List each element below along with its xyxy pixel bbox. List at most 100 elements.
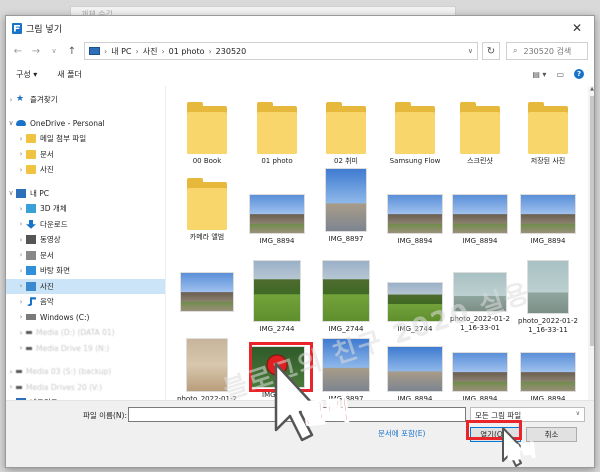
folder-icon [528,102,568,154]
image-item[interactable]: IMG_8897 [315,168,377,244]
help-icon[interactable]: ? [574,69,584,79]
image-item[interactable]: IMG_8894 [449,194,511,246]
path-dropdown-icon[interactable]: ∨ [468,47,473,55]
drive-icon [16,385,22,389]
nav-item-onedrive-documents[interactable]: › 문서 [6,147,165,163]
image-thumbnail [180,272,234,312]
image-item[interactable]: IMG_2744 [246,260,308,334]
image-item[interactable]: IMG_8894 [517,352,579,404]
star-icon: ★ [16,94,25,105]
pc-icon [16,188,26,198]
image-thumbnail [387,346,443,392]
image-item[interactable]: IMG_8894 [384,346,446,404]
folder-item[interactable]: 01 photo [246,102,308,166]
download-icon [26,219,36,229]
nav-item-mail-attachments[interactable]: › 메일 첨부 파일 [6,131,165,147]
folder-icon [187,102,227,154]
image-item[interactable]: IMG_8894 [449,352,511,404]
music-icon [27,297,36,307]
folder-icon [395,102,435,154]
filename-label: 파일 이름(N): [83,411,127,420]
image-item[interactable]: IMG_8894 [517,194,579,246]
dialog-title: 그림 넣기 [26,24,62,35]
folder-item[interactable]: 02 취미 [315,102,377,166]
folder-icon [26,149,36,159]
folder-icon [460,102,500,154]
folder-icon [187,178,227,230]
organize-button[interactable]: 구성 ▾ [16,69,37,80]
nav-item-drive-blurred[interactable]: › Media Drives 20 (V:) [6,380,165,396]
nav-item-favorites[interactable]: › ★ 즐겨찾기 [6,92,165,108]
image-item[interactable]: photo_2022-01-21_16-33-11 [517,260,579,334]
folder-item[interactable]: Samsung Flow [384,102,446,166]
pc-icon [89,47,100,55]
close-button[interactable]: ✕ [560,16,594,40]
folder-icon [26,165,36,175]
image-item[interactable]: photo_2022-01-21_16-43-13 [176,338,238,406]
breadcrumb-item[interactable]: 230520 [216,47,247,56]
image-item[interactable]: IMG_2744 [315,260,377,334]
folder-item[interactable]: 스크린샷 [449,102,511,166]
refresh-icon[interactable]: ↻ [482,42,500,60]
scroll-up-icon[interactable]: ▲ [588,86,594,92]
scroll-thumb[interactable] [590,96,594,346]
folder-item[interactable]: 00 Book [176,102,238,166]
breadcrumb[interactable]: › 내 PC › 사진 › 01 photo › 230520 ∨ [84,42,478,60]
image-item[interactable]: IMG_2744 [384,282,446,334]
image-thumbnail [520,194,576,234]
nav-item-pictures[interactable]: › 사진 [6,278,165,294]
nav-item-drive-blurred[interactable]: › Media (D:) (DATA 01) [6,325,165,341]
cloud-icon [16,120,26,127]
navigation-pane: › ★ 즐겨찾기 ∨ OneDrive - Personal › 메일 첨부 파일 › 문… [6,86,166,406]
folder-icon [26,134,36,144]
recent-dropdown-icon[interactable]: ∨ [48,47,60,55]
cube-icon [26,204,36,214]
nav-item-music[interactable]: › 음악 [6,294,165,310]
nav-item-drive-blurred[interactable]: › Media 03 (S:) (backup) [6,364,165,380]
preview-pane-icon[interactable]: ▭ [556,70,564,79]
nav-item-onedrive[interactable]: ∨ OneDrive - Personal [6,116,165,132]
nav-item-drive-blurred[interactable]: › Media Drive 19 (N:) [6,341,165,357]
nav-item-3d-objects[interactable]: › 3D 개체 [6,201,165,217]
image-item[interactable] [176,272,238,315]
embed-in-document-link[interactable]: 문서에 포함(E) [378,428,425,439]
nav-item-drive-c[interactable]: › Windows (C:) [6,310,165,326]
image-thumbnail [452,194,508,234]
breadcrumb-item[interactable]: 01 photo [169,47,205,56]
image-item[interactable]: photo_2022-01-21_16-33-01 [449,272,511,332]
back-arrow-icon[interactable]: ← [12,46,24,57]
nav-item-documents[interactable]: › 문서 [6,248,165,264]
folder-item[interactable]: 카메라 앨범 [176,178,238,242]
desktop-icon [26,266,36,276]
search-input[interactable]: ⌕ 230520 검색 [506,42,588,60]
pictures-icon [26,281,36,291]
image-item[interactable]: IMG_8894 [246,194,308,246]
breadcrumb-item[interactable]: 사진 [143,46,158,57]
view-options-icon[interactable]: ▤ ▾ [532,70,546,79]
image-thumbnail [325,168,367,232]
image-thumbnail [387,194,443,234]
drive-icon [26,346,32,350]
click-callout: 클릭 [300,395,352,431]
breadcrumb-item[interactable]: 내 PC [111,46,131,57]
image-thumbnail [387,282,443,322]
folder-item[interactable]: 저장된 사진 [517,102,579,166]
image-thumbnail [322,338,370,392]
image-thumbnail [322,260,370,322]
title-bar: 그림 넣기 ✕ [6,16,594,40]
nav-item-videos[interactable]: › 동영상 [6,232,165,248]
nav-item-downloads[interactable]: › 다운로드 [6,217,165,233]
forward-arrow-icon[interactable]: → [30,46,42,57]
image-item[interactable]: IMG_8894 [384,194,446,246]
new-folder-button[interactable]: 새 폴더 [57,69,82,80]
nav-item-desktop[interactable]: › 바탕 화면 [6,263,165,279]
drive-icon [26,314,36,321]
nav-item-this-pc[interactable]: ∨ 내 PC [6,186,165,202]
drive-icon [26,331,32,335]
vertical-scrollbar[interactable]: ▲ ▼ [588,86,594,406]
nav-item-onedrive-pictures[interactable]: › 사진 [6,162,165,178]
word-app-icon [12,22,22,34]
up-arrow-icon[interactable]: ↑ [66,46,78,57]
image-thumbnail [452,352,508,392]
image-thumbnail [520,352,576,392]
